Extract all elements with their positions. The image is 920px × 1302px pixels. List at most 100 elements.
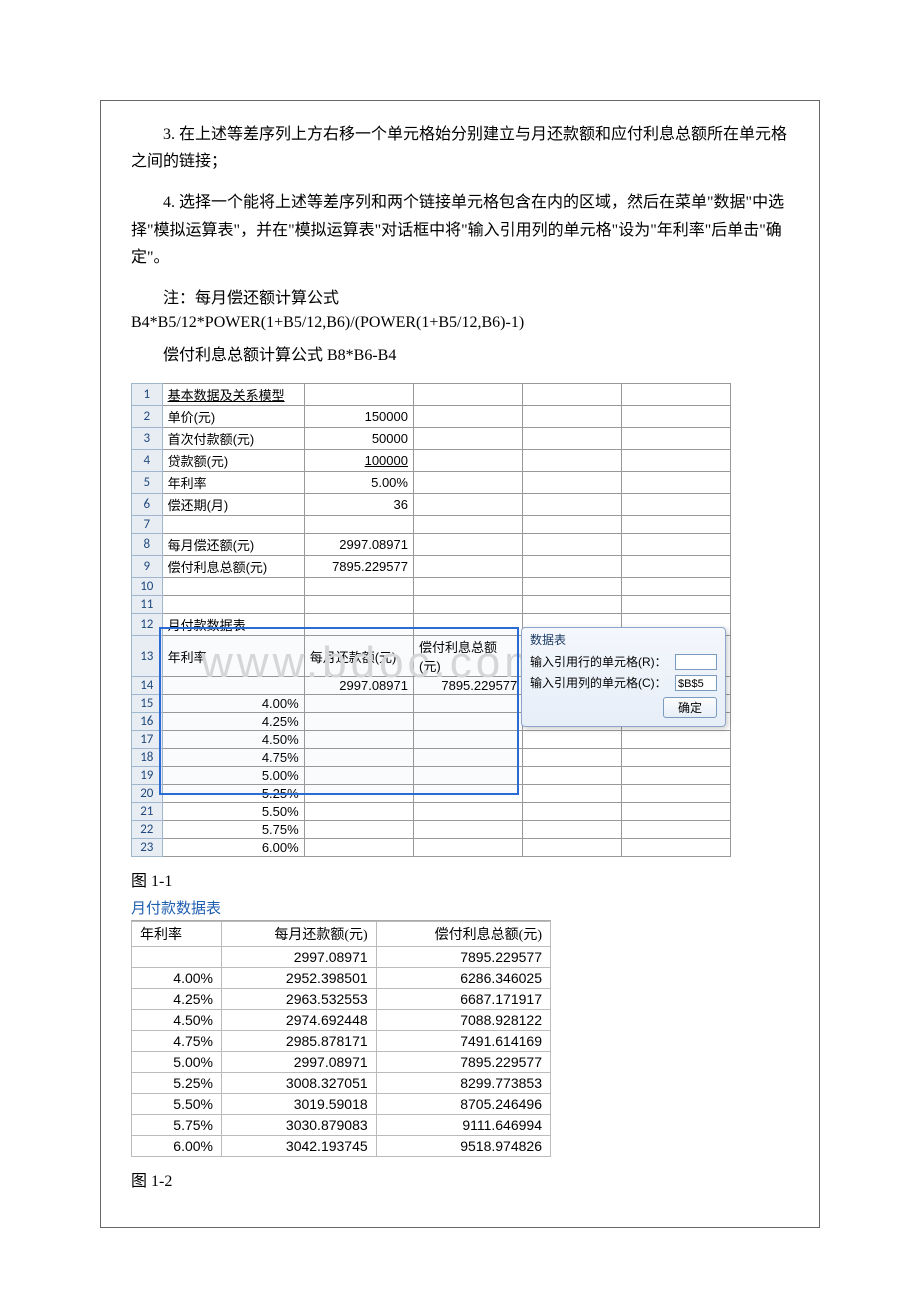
cell[interactable]	[523, 406, 621, 428]
cell[interactable]	[523, 450, 621, 472]
cell[interactable]: 5.25%	[162, 785, 304, 803]
cell[interactable]: 4.50%	[162, 731, 304, 749]
cell[interactable]	[304, 785, 413, 803]
cell[interactable]: 基本数据及关系模型	[162, 384, 304, 406]
cell[interactable]	[621, 767, 730, 785]
cell[interactable]	[162, 677, 304, 695]
cell[interactable]	[413, 516, 522, 534]
cell[interactable]	[162, 596, 304, 614]
cell[interactable]: 50000	[304, 428, 413, 450]
cell[interactable]	[621, 821, 730, 839]
cell[interactable]	[413, 785, 522, 803]
cell[interactable]	[413, 695, 522, 713]
cell[interactable]	[304, 767, 413, 785]
cell[interactable]	[523, 731, 621, 749]
cell[interactable]: 5.50%	[162, 803, 304, 821]
cell[interactable]	[162, 578, 304, 596]
cell[interactable]	[621, 450, 730, 472]
cell[interactable]	[523, 578, 621, 596]
cell[interactable]: 2997.08971	[304, 534, 413, 556]
cell[interactable]	[304, 731, 413, 749]
cell[interactable]	[162, 516, 304, 534]
cell[interactable]	[523, 749, 621, 767]
cell[interactable]: 36	[304, 494, 413, 516]
cell[interactable]	[413, 803, 522, 821]
cell[interactable]	[304, 803, 413, 821]
cell[interactable]: 首次付款额(元)	[162, 428, 304, 450]
cell[interactable]: 4.25%	[162, 713, 304, 731]
cell[interactable]: 4.75%	[162, 749, 304, 767]
cell[interactable]: 偿付利息总额(元)	[413, 636, 522, 677]
cell[interactable]: 年利率	[162, 472, 304, 494]
cell[interactable]: 5.00%	[304, 472, 413, 494]
cell[interactable]	[523, 596, 621, 614]
cell[interactable]	[413, 821, 522, 839]
cell[interactable]	[413, 839, 522, 857]
cell[interactable]	[523, 534, 621, 556]
cell[interactable]: 月付款数据表	[162, 614, 304, 636]
cell[interactable]: 每月还款额(元)	[304, 636, 413, 677]
cell[interactable]	[413, 713, 522, 731]
cell[interactable]	[523, 767, 621, 785]
cell[interactable]	[413, 384, 522, 406]
cell[interactable]	[413, 494, 522, 516]
cell[interactable]	[621, 472, 730, 494]
cell[interactable]	[523, 516, 621, 534]
cell[interactable]	[304, 614, 413, 636]
cell[interactable]: 5.75%	[162, 821, 304, 839]
cell[interactable]	[621, 578, 730, 596]
cell[interactable]	[523, 428, 621, 450]
cell[interactable]	[621, 803, 730, 821]
cell[interactable]	[523, 839, 621, 857]
cell[interactable]	[413, 731, 522, 749]
cell[interactable]	[413, 578, 522, 596]
cell[interactable]	[621, 384, 730, 406]
cell[interactable]	[413, 450, 522, 472]
cell[interactable]	[413, 749, 522, 767]
cell[interactable]: 单价(元)	[162, 406, 304, 428]
cell[interactable]	[523, 384, 621, 406]
cell[interactable]	[523, 556, 621, 578]
cell[interactable]: 2997.08971	[304, 677, 413, 695]
cell[interactable]	[621, 596, 730, 614]
cell[interactable]	[413, 406, 522, 428]
row-input-field[interactable]	[675, 654, 717, 670]
cell[interactable]	[621, 516, 730, 534]
cell[interactable]: 偿付利息总额(元)	[162, 556, 304, 578]
cell[interactable]: 贷款额(元)	[162, 450, 304, 472]
cell[interactable]	[621, 428, 730, 450]
cell[interactable]	[304, 516, 413, 534]
cell[interactable]	[621, 534, 730, 556]
cell[interactable]	[413, 596, 522, 614]
cell[interactable]: 7895.229577	[413, 677, 522, 695]
cell[interactable]	[621, 406, 730, 428]
cell[interactable]	[523, 785, 621, 803]
cell[interactable]: 150000	[304, 406, 413, 428]
cell[interactable]	[621, 556, 730, 578]
cell[interactable]: 6.00%	[162, 839, 304, 857]
cell[interactable]	[304, 821, 413, 839]
cell[interactable]	[621, 839, 730, 857]
cell[interactable]: 年利率	[162, 636, 304, 677]
cell[interactable]	[413, 472, 522, 494]
cell[interactable]	[523, 821, 621, 839]
cell[interactable]: 每月偿还额(元)	[162, 534, 304, 556]
cell[interactable]	[413, 428, 522, 450]
cell[interactable]	[413, 556, 522, 578]
cell[interactable]	[304, 839, 413, 857]
cell[interactable]	[304, 578, 413, 596]
cell[interactable]	[413, 534, 522, 556]
cell[interactable]	[304, 596, 413, 614]
cell[interactable]	[304, 713, 413, 731]
ok-button[interactable]: 确定	[663, 697, 717, 718]
cell[interactable]	[304, 384, 413, 406]
cell[interactable]	[304, 749, 413, 767]
cell[interactable]: 4.00%	[162, 695, 304, 713]
cell[interactable]	[413, 614, 522, 636]
cell[interactable]	[523, 494, 621, 516]
cell[interactable]	[523, 803, 621, 821]
cell[interactable]: 100000	[304, 450, 413, 472]
col-input-field[interactable]: $B$5	[675, 675, 717, 691]
cell[interactable]: 7895.229577	[304, 556, 413, 578]
cell[interactable]	[413, 767, 522, 785]
